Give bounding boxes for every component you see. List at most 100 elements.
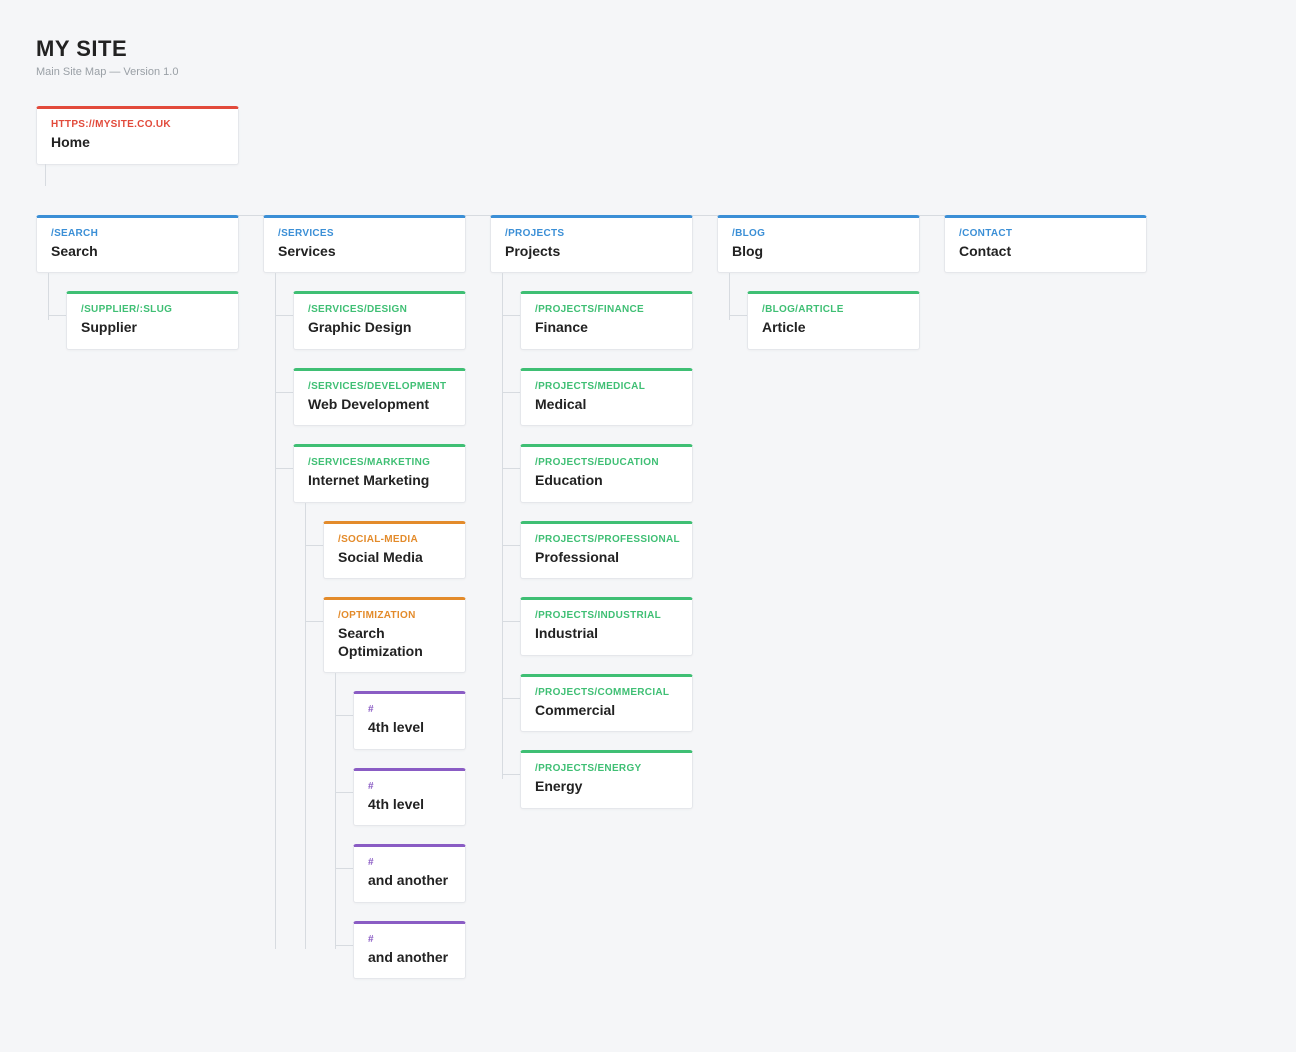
- node-path: /PROJECTS/COMMERCIAL: [535, 687, 678, 698]
- children-blog: /BLOG/ARTICLE Article: [717, 273, 920, 350]
- node-home[interactable]: HTTPS://MYSITE.CO.UK Home: [36, 106, 239, 165]
- node-article[interactable]: /BLOG/ARTICLE Article: [747, 291, 920, 350]
- child-wrap: /SERVICES/DEVELOPMENT Web Development: [293, 350, 466, 427]
- page-header: MY SITE Main Site Map — Version 1.0: [36, 36, 1260, 78]
- child-wrap: /PROJECTS/INDUSTRIAL Industrial: [520, 579, 693, 656]
- node-industrial[interactable]: /PROJECTS/INDUSTRIAL Industrial: [520, 597, 693, 656]
- node-path: #: [368, 857, 451, 868]
- site-subtitle: Main Site Map — Version 1.0: [36, 66, 1260, 78]
- node-label: Article: [762, 319, 905, 337]
- node-label: Energy: [535, 778, 678, 796]
- col-projects: /PROJECTS Projects /PROJECTS/FINANCE Fin…: [490, 215, 693, 809]
- node-4th-level[interactable]: # 4th level: [353, 691, 466, 750]
- node-path: #: [368, 781, 451, 792]
- node-path: /PROJECTS/FINANCE: [535, 304, 678, 315]
- node-4th-level[interactable]: # 4th level: [353, 768, 466, 827]
- node-contact[interactable]: /CONTACT Contact: [944, 215, 1147, 274]
- node-label: Services: [278, 243, 451, 261]
- col-search: /SEARCH Search /SUPPLIER/:SLUG Supplier: [36, 215, 239, 350]
- node-path: /BLOG: [732, 228, 905, 239]
- node-professional[interactable]: /PROJECTS/PROFESSIONAL Professional: [520, 521, 693, 580]
- node-finance[interactable]: /PROJECTS/FINANCE Finance: [520, 291, 693, 350]
- node-supplier[interactable]: /SUPPLIER/:SLUG Supplier: [66, 291, 239, 350]
- node-path: HTTPS://MYSITE.CO.UK: [51, 119, 224, 130]
- node-label: Graphic Design: [308, 319, 451, 337]
- col-blog: /BLOG Blog /BLOG/ARTICLE Article: [717, 215, 920, 350]
- node-label: Blog: [732, 243, 905, 261]
- node-path: /PROJECTS/INDUSTRIAL: [535, 610, 678, 621]
- columns-row: /SEARCH Search /SUPPLIER/:SLUG Supplier …: [36, 215, 1260, 980]
- child-wrap: /PROJECTS/MEDICAL Medical: [520, 350, 693, 427]
- node-path: #: [368, 934, 451, 945]
- node-search[interactable]: /SEARCH Search: [36, 215, 239, 274]
- node-label: Search Optimization: [338, 625, 451, 660]
- node-path: /CONTACT: [959, 228, 1132, 239]
- child-wrap: /SUPPLIER/:SLUG Supplier: [66, 273, 239, 350]
- node-energy[interactable]: /PROJECTS/ENERGY Energy: [520, 750, 693, 809]
- node-label: Commercial: [535, 702, 678, 720]
- node-label: Projects: [505, 243, 678, 261]
- node-path: #: [368, 704, 451, 715]
- node-path: /PROJECTS/PROFESSIONAL: [535, 534, 678, 545]
- node-path: /PROJECTS/MEDICAL: [535, 381, 678, 392]
- node-label: 4th level: [368, 796, 451, 814]
- child-wrap: /SERVICES/MARKETING Internet Marketing /…: [293, 426, 466, 979]
- node-commercial[interactable]: /PROJECTS/COMMERCIAL Commercial: [520, 674, 693, 733]
- node-path: /SERVICES/MARKETING: [308, 457, 451, 468]
- node-path: /SERVICES/DESIGN: [308, 304, 451, 315]
- child-wrap: /BLOG/ARTICLE Article: [747, 273, 920, 350]
- root-area: HTTPS://MYSITE.CO.UK Home: [36, 106, 239, 187]
- node-label: and another: [368, 872, 451, 890]
- node-label: Industrial: [535, 625, 678, 643]
- node-label: Supplier: [81, 319, 224, 337]
- child-wrap: # and another: [353, 903, 466, 980]
- node-label: Medical: [535, 396, 678, 414]
- node-label: Education: [535, 472, 678, 490]
- node-web-development[interactable]: /SERVICES/DEVELOPMENT Web Development: [293, 368, 466, 427]
- node-search-optimization[interactable]: /OPTIMIZATION Search Optimization: [323, 597, 466, 673]
- node-social-media[interactable]: /SOCIAL-MEDIA Social Media: [323, 521, 466, 580]
- root-connector: [36, 165, 239, 187]
- node-path: /SOCIAL-MEDIA: [338, 534, 451, 545]
- col-services: /SERVICES Services /SERVICES/DESIGN Grap…: [263, 215, 466, 980]
- node-and-another[interactable]: # and another: [353, 921, 466, 980]
- child-wrap: /PROJECTS/EDUCATION Education: [520, 426, 693, 503]
- children-services: /SERVICES/DESIGN Graphic Design /SERVICE…: [263, 273, 466, 979]
- children-marketing: /SOCIAL-MEDIA Social Media /OPTIMIZATION…: [293, 503, 466, 980]
- sitemap-page: MY SITE Main Site Map — Version 1.0 HTTP…: [0, 0, 1296, 1052]
- child-wrap: /PROJECTS/FINANCE Finance: [520, 273, 693, 350]
- node-and-another[interactable]: # and another: [353, 844, 466, 903]
- node-medical[interactable]: /PROJECTS/MEDICAL Medical: [520, 368, 693, 427]
- child-wrap: /PROJECTS/PROFESSIONAL Professional: [520, 503, 693, 580]
- children-optimization: # 4th level # 4th level: [323, 673, 466, 979]
- node-path: /SERVICES: [278, 228, 451, 239]
- node-path: /BLOG/ARTICLE: [762, 304, 905, 315]
- node-path: /SEARCH: [51, 228, 224, 239]
- node-services[interactable]: /SERVICES Services: [263, 215, 466, 274]
- node-path: /SERVICES/DEVELOPMENT: [308, 381, 451, 392]
- node-label: and another: [368, 949, 451, 967]
- child-wrap: /SERVICES/DESIGN Graphic Design: [293, 273, 466, 350]
- node-education[interactable]: /PROJECTS/EDUCATION Education: [520, 444, 693, 503]
- node-path: /OPTIMIZATION: [338, 610, 451, 621]
- children-search: /SUPPLIER/:SLUG Supplier: [36, 273, 239, 350]
- node-blog[interactable]: /BLOG Blog: [717, 215, 920, 274]
- site-title: MY SITE: [36, 36, 1260, 62]
- child-wrap: /PROJECTS/COMMERCIAL Commercial: [520, 656, 693, 733]
- children-projects: /PROJECTS/FINANCE Finance /PROJECTS/MEDI…: [490, 273, 693, 809]
- node-projects[interactable]: /PROJECTS Projects: [490, 215, 693, 274]
- col-contact: /CONTACT Contact: [944, 215, 1147, 274]
- node-label: Internet Marketing: [308, 472, 451, 490]
- child-wrap: # 4th level: [353, 673, 466, 750]
- node-path: /SUPPLIER/:SLUG: [81, 304, 224, 315]
- node-label: Web Development: [308, 396, 451, 414]
- child-wrap: /OPTIMIZATION Search Optimization # 4th …: [323, 579, 466, 979]
- child-wrap: /SOCIAL-MEDIA Social Media: [323, 503, 466, 580]
- node-label: Professional: [535, 549, 678, 567]
- child-wrap: # 4th level: [353, 750, 466, 827]
- node-internet-marketing[interactable]: /SERVICES/MARKETING Internet Marketing: [293, 444, 466, 503]
- node-path: /PROJECTS/EDUCATION: [535, 457, 678, 468]
- node-path: /PROJECTS: [505, 228, 678, 239]
- node-label: 4th level: [368, 719, 451, 737]
- node-graphic-design[interactable]: /SERVICES/DESIGN Graphic Design: [293, 291, 466, 350]
